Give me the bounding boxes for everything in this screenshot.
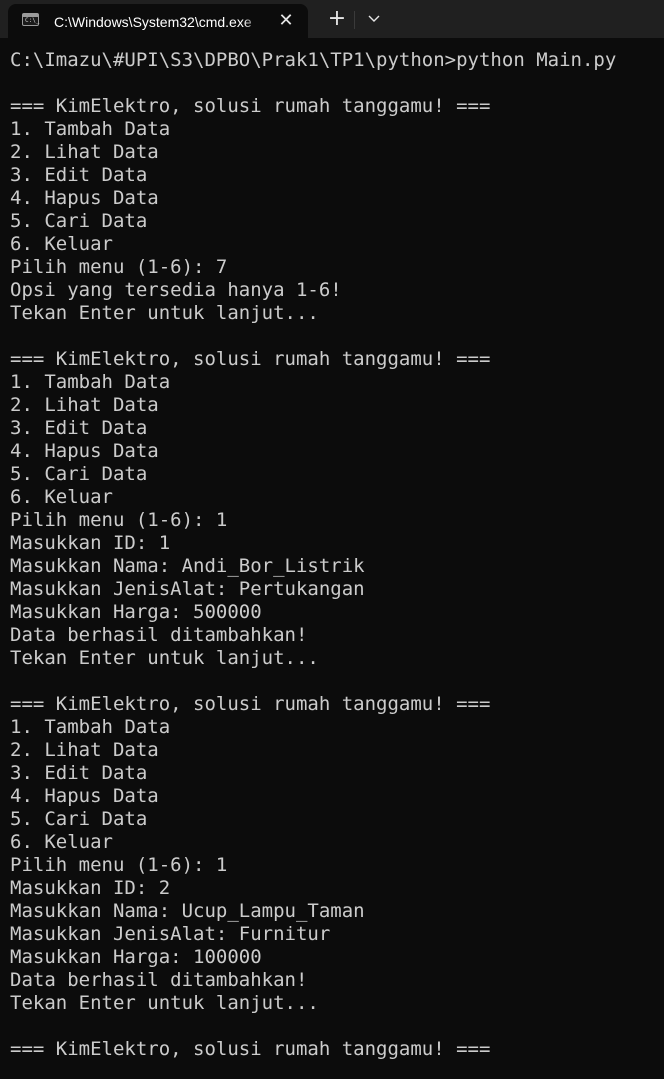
terminal-line: 4. Hapus Data	[10, 440, 159, 462]
cmd-icon-glyph: C:\_	[25, 17, 40, 24]
cmd-icon: C:\_	[22, 13, 39, 26]
terminal-line: Masukkan ID: 1	[10, 532, 171, 554]
terminal-line: === KimElektro, solusi rumah tanggamu! =…	[10, 1038, 491, 1060]
terminal-line: Tekan Enter untuk lanjut...	[10, 302, 319, 324]
terminal-line: Masukkan JenisAlat: Pertukangan	[10, 578, 365, 600]
terminal-line: Data berhasil ditambahkan!	[10, 969, 308, 991]
terminal-line: Pilih menu (1-6): 1	[10, 509, 228, 531]
terminal-line: 6. Keluar	[10, 486, 113, 508]
terminal-line: 1. Tambah Data	[10, 716, 171, 738]
terminal-line: === KimElektro, solusi rumah tanggamu! =…	[10, 348, 491, 370]
terminal-line: Data berhasil ditambahkan!	[10, 624, 308, 646]
terminal-line: 5. Cari Data	[10, 463, 148, 485]
terminal-line: 1. Tambah Data	[10, 118, 171, 140]
titlebar-separator	[354, 11, 355, 29]
terminal-line: Masukkan JenisAlat: Furnitur	[10, 923, 331, 945]
terminal-line: Masukkan ID: 2	[10, 877, 171, 899]
terminal-line: Pilih menu (1-6): 1	[10, 854, 228, 876]
title-bar[interactable]: C:\_ C:\Windows\System32\cmd.exe ✕ +	[0, 0, 664, 38]
tab-cmd[interactable]: C:\_ C:\Windows\System32\cmd.exe ✕	[8, 4, 308, 38]
terminal-line: Pilih menu (1-6): 7	[10, 256, 228, 278]
terminal-line: 2. Lihat Data	[10, 739, 159, 761]
terminal-line: 4. Hapus Data	[10, 785, 159, 807]
new-tab-button[interactable]: +	[322, 4, 352, 34]
terminal-line: C:\Imazu\#UPI\S3\DPBO\Prak1\TP1\python>p…	[10, 49, 617, 71]
terminal-window: C:\_ C:\Windows\System32\cmd.exe ✕ + C:\…	[0, 0, 664, 1079]
terminal-line: 6. Keluar	[10, 831, 113, 853]
terminal-line: Masukkan Harga: 500000	[10, 601, 262, 623]
chevron-down-icon	[368, 15, 380, 22]
tab-dropdown-button[interactable]	[360, 4, 388, 34]
terminal-line: 2. Lihat Data	[10, 141, 159, 163]
terminal-output[interactable]: C:\Imazu\#UPI\S3\DPBO\Prak1\TP1\python>p…	[10, 49, 660, 1061]
terminal-line: Opsi yang tersedia hanya 1-6!	[10, 279, 342, 301]
terminal-line: 5. Cari Data	[10, 808, 148, 830]
terminal-line: Tekan Enter untuk lanjut...	[10, 647, 319, 669]
terminal-line: Masukkan Nama: Andi_Bor_Listrik	[10, 555, 365, 577]
terminal-line: === KimElektro, solusi rumah tanggamu! =…	[10, 95, 491, 117]
terminal-line: 3. Edit Data	[10, 164, 148, 186]
terminal-line: 1. Tambah Data	[10, 371, 171, 393]
terminal-line: 5. Cari Data	[10, 210, 148, 232]
terminal-line: Masukkan Nama: Ucup_Lampu_Taman	[10, 900, 365, 922]
terminal-line: === KimElektro, solusi rumah tanggamu! =…	[10, 693, 491, 715]
terminal-line: Tekan Enter untuk lanjut...	[10, 992, 319, 1014]
terminal-line: 6. Keluar	[10, 233, 113, 255]
terminal-line: 3. Edit Data	[10, 762, 148, 784]
close-tab-icon[interactable]: ✕	[274, 9, 298, 33]
terminal-line: Masukkan Harga: 100000	[10, 946, 262, 968]
tab-title: C:\Windows\System32\cmd.exe	[54, 14, 252, 30]
terminal-line: 3. Edit Data	[10, 417, 148, 439]
terminal-line: 2. Lihat Data	[10, 394, 159, 416]
terminal-line: 4. Hapus Data	[10, 187, 159, 209]
